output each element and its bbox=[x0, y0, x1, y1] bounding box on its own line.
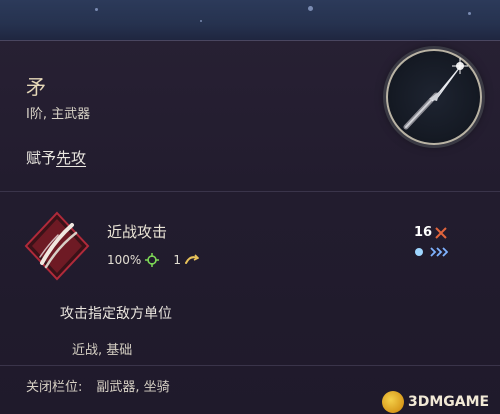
grant-line: 赋予先攻 bbox=[26, 147, 86, 168]
closed-slots: 关闭栏位: 副武器, 坐骑 bbox=[26, 376, 170, 395]
action-cost-value: 1 bbox=[173, 253, 181, 267]
closed-slots-value: 副武器, 坐骑 bbox=[96, 380, 170, 395]
spear-icon bbox=[386, 49, 482, 145]
watermark-text: 3DMGAME bbox=[408, 394, 490, 410]
ability-stats: 100% 1 bbox=[107, 253, 203, 267]
ability-name: 近战攻击 bbox=[107, 223, 168, 241]
crossed-swords-icon bbox=[435, 226, 447, 239]
item-subtitle: I阶, 主武器 bbox=[26, 107, 91, 122]
watermark: 3DMGAME bbox=[382, 391, 489, 413]
chevrons-icon bbox=[430, 247, 448, 257]
orb-icon bbox=[414, 247, 424, 257]
action-point-icon bbox=[184, 254, 199, 266]
item-name: 矛 bbox=[26, 75, 46, 99]
range-stat: 16 bbox=[414, 225, 447, 240]
keyword-link-initiative[interactable]: 先攻 bbox=[56, 149, 86, 167]
ability-description: 攻击指定敌方单位 bbox=[60, 306, 172, 322]
divider bbox=[0, 191, 500, 192]
slash-ability-icon[interactable] bbox=[24, 211, 90, 281]
divider bbox=[0, 365, 500, 366]
range-value: 16 bbox=[414, 225, 433, 240]
speed-row bbox=[414, 247, 448, 257]
item-tooltip-panel: 矛 I阶, 主武器 赋予先攻 近战攻击 100% 1 16 攻击指定敌方单位 近… bbox=[0, 40, 500, 414]
closed-slots-label: 关闭栏位: bbox=[26, 380, 83, 395]
crosshair-icon bbox=[145, 253, 160, 267]
ability-tags: 近战, 基础 bbox=[72, 343, 133, 358]
background-sky bbox=[0, 0, 500, 40]
grant-prefix: 赋予 bbox=[26, 149, 57, 167]
watermark-logo-icon bbox=[382, 391, 404, 413]
accuracy-value: 100% bbox=[107, 253, 142, 267]
